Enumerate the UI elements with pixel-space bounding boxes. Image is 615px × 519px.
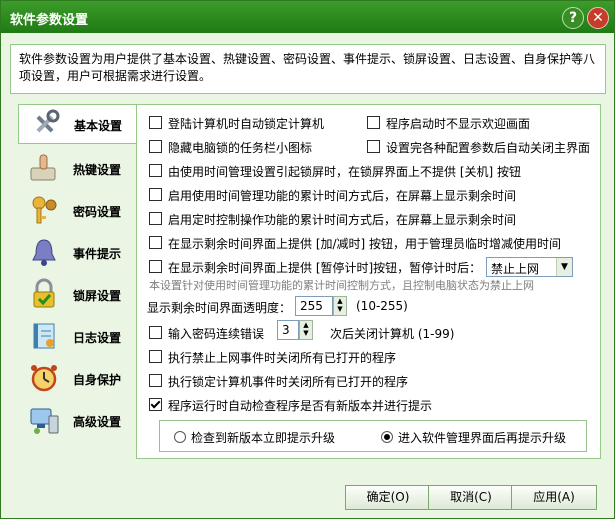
log-book-icon xyxy=(33,323,55,349)
show-remaining-timer-checkbox[interactable] xyxy=(149,212,162,225)
sidebar-item-basic[interactable]: 基本设置 xyxy=(18,104,137,144)
keyboard-hand-icon xyxy=(30,154,56,181)
auto-close-main-checkbox[interactable] xyxy=(367,140,380,153)
tools-icon xyxy=(36,109,60,133)
alarm-clock-icon xyxy=(31,365,57,392)
no-welcome-label: 程序启动时不显示欢迎画面 xyxy=(386,117,531,131)
password-error-stepper[interactable]: ▲ ▼ xyxy=(299,320,313,340)
sidebar-item-label: 高级设置 xyxy=(73,415,122,429)
pause-timer-label: 在显示剩余时间界面上提供 [暂停计时]按钮，暂停计时后： xyxy=(168,261,482,275)
sidebar-item-label: 锁屏设置 xyxy=(73,289,122,303)
add-reduce-button-option[interactable]: 在显示剩余时间界面上提供 [加/减时] 按钮，用于管理员临时增减使用时间 xyxy=(149,233,589,251)
auto-check-update-label: 程序运行时自动检查程序是否有新版本并进行提示 xyxy=(168,399,433,413)
window-title: 软件参数设置 xyxy=(10,13,89,28)
opacity-label: 显示剩余时间界面透明度： xyxy=(147,301,292,315)
pause-timer-select-value: 禁止上网 xyxy=(491,262,540,276)
sidebar-item-label: 热键设置 xyxy=(73,163,122,177)
password-error-input[interactable]: 3 xyxy=(277,320,299,340)
sidebar-item-label: 日志设置 xyxy=(73,331,122,345)
sidebar-item-label: 基本设置 xyxy=(74,119,123,133)
update-immediate-radio[interactable] xyxy=(174,431,186,443)
auto-check-update-checkbox[interactable] xyxy=(149,398,162,411)
add-reduce-button-checkbox[interactable] xyxy=(149,236,162,249)
password-error-label: 输入密码连续错误 xyxy=(168,327,265,341)
ok-button[interactable]: 确定(O) xyxy=(345,485,431,510)
apply-button[interactable]: 应用(A) xyxy=(511,485,597,510)
close-on-lock-option[interactable]: 执行锁定计算机事件时关闭所有已打开的程序 xyxy=(149,371,589,389)
help-icon[interactable]: ? xyxy=(562,7,584,29)
show-remaining-cumulative-label: 启用使用时间管理功能的累计时间方式后，在屏幕上显示剩余时间 xyxy=(168,189,517,203)
sidebar-item-hotkey[interactable]: 热键设置 xyxy=(18,149,136,187)
info-text: 软件参数设置为用户提供了基本设置、热键设置、密码设置、事件提示、锁屏设置、日志设… xyxy=(19,52,596,83)
update-after-manage-radio[interactable] xyxy=(381,431,393,443)
opacity-value: 255 xyxy=(300,299,323,313)
title-bar: 软件参数设置 ? ✕ xyxy=(1,1,614,33)
password-error-suffix: 次后关闭计算机 (1-99) xyxy=(330,327,455,341)
info-box: 软件参数设置为用户提供了基本设置、热键设置、密码设置、事件提示、锁屏设置、日志设… xyxy=(10,44,606,94)
login-lock-checkbox[interactable] xyxy=(149,116,162,129)
no-close-button-checkbox[interactable] xyxy=(149,164,162,177)
auto-close-main-label: 设置完各种配置参数后自动关闭主界面 xyxy=(386,141,591,155)
no-close-button-label: 由使用时间管理设置引起锁屏时，在锁屏界面上不提供 [关机] 按钮 xyxy=(168,165,521,179)
keys-icon xyxy=(32,196,57,224)
password-error-checkbox[interactable] xyxy=(149,326,162,339)
auto-close-main-option[interactable]: 设置完各种配置参数后自动关闭主界面 xyxy=(367,137,592,155)
lock-icon xyxy=(33,278,55,308)
close-on-block-option[interactable]: 执行禁止上网事件时关闭所有已打开的程序 xyxy=(149,347,589,365)
hide-tray-label: 隐藏电脑锁的任务栏小图标 xyxy=(168,141,313,155)
add-reduce-button-label: 在显示剩余时间界面上提供 [加/减时] 按钮，用于管理员临时增减使用时间 xyxy=(168,237,562,251)
show-remaining-cumulative-option[interactable]: 启用使用时间管理功能的累计时间方式后，在屏幕上显示剩余时间 xyxy=(149,185,589,203)
cancel-button[interactable]: 取消(C) xyxy=(428,485,514,510)
sidebar-item-event[interactable]: 事件提示 xyxy=(18,233,136,271)
basic-settings-panel: 登陆计算机时自动锁定计算机 程序启动时不显示欢迎画面 隐藏电脑锁的任务栏小图标 … xyxy=(136,104,601,459)
sidebar-item-log[interactable]: 日志设置 xyxy=(18,317,136,355)
no-close-button-option[interactable]: 由使用时间管理设置引起锁屏时，在锁屏界面上不提供 [关机] 按钮 xyxy=(149,161,589,179)
settings-window: 软件参数设置 ? ✕ 软件参数设置为用户提供了基本设置、热键设置、密码设置、事件… xyxy=(0,0,615,519)
computer-icon xyxy=(30,408,59,434)
hide-tray-checkbox[interactable] xyxy=(149,140,162,153)
sidebar-item-protect[interactable]: 自身保护 xyxy=(18,359,136,397)
login-lock-label: 登陆计算机时自动锁定计算机 xyxy=(168,117,325,131)
update-after-manage-label: 进入软件管理界面后再提示升级 xyxy=(398,431,567,445)
sidebar-item-lockscreen[interactable]: 锁屏设置 xyxy=(18,275,136,313)
opacity-stepper[interactable]: ▲ ▼ xyxy=(333,296,347,316)
close-icon[interactable]: ✕ xyxy=(587,7,609,29)
sidebar-item-password[interactable]: 密码设置 xyxy=(18,191,136,229)
update-immediate-label: 检查到新版本立即提示升级 xyxy=(191,431,336,445)
sidebar-item-advanced[interactable]: 高级设置 xyxy=(18,401,136,439)
password-error-value: 3 xyxy=(282,323,290,337)
sidebar-item-label: 事件提示 xyxy=(73,247,122,261)
pause-timer-checkbox[interactable] xyxy=(149,260,162,273)
close-on-lock-label: 执行锁定计算机事件时关闭所有已打开的程序 xyxy=(168,375,409,389)
pause-timer-option[interactable]: 在显示剩余时间界面上提供 [暂停计时]按钮，暂停计时后： xyxy=(149,257,482,275)
bell-icon xyxy=(32,239,56,266)
pause-timer-select[interactable]: 禁止上网 ▼ xyxy=(486,257,573,277)
chevron-down-icon[interactable]: ▼ xyxy=(556,258,572,276)
close-on-lock-checkbox[interactable] xyxy=(149,374,162,387)
sidebar-item-label: 自身保护 xyxy=(73,373,122,387)
update-mode-group: 检查到新版本立即提示升级 进入软件管理界面后再提示升级 xyxy=(159,420,587,452)
hide-tray-option[interactable]: 隐藏电脑锁的任务栏小图标 xyxy=(149,137,369,155)
login-lock-option[interactable]: 登陆计算机时自动锁定计算机 xyxy=(149,113,369,131)
no-welcome-option[interactable]: 程序启动时不显示欢迎画面 xyxy=(367,113,587,131)
opacity-range: (10-255) xyxy=(356,299,408,313)
opacity-input[interactable]: 255 xyxy=(295,296,333,316)
show-remaining-cumulative-checkbox[interactable] xyxy=(149,188,162,201)
password-error-option[interactable]: 输入密码连续错误 xyxy=(149,323,279,341)
show-remaining-timer-label: 启用定时控制操作功能的累计时间方式后，在屏幕上显示剩余时间 xyxy=(168,213,517,227)
close-on-block-label: 执行禁止上网事件时关闭所有已打开的程序 xyxy=(168,351,397,365)
no-welcome-checkbox[interactable] xyxy=(367,116,380,129)
close-on-block-checkbox[interactable] xyxy=(149,350,162,363)
pause-timer-note: 本设置针对使用时间管理功能的累计时间控制方式，且控制电脑状态为禁止上网 xyxy=(149,279,534,292)
sidebar-item-label: 密码设置 xyxy=(73,205,122,219)
sidebar: 基本设置 热键设置 密码设置 事件提示 锁屏设置 日志设置 自身保护 高级设置 xyxy=(18,104,137,457)
show-remaining-timer-option[interactable]: 启用定时控制操作功能的累计时间方式后，在屏幕上显示剩余时间 xyxy=(149,209,589,227)
auto-check-update-option[interactable]: 程序运行时自动检查程序是否有新版本并进行提示 xyxy=(149,395,589,413)
